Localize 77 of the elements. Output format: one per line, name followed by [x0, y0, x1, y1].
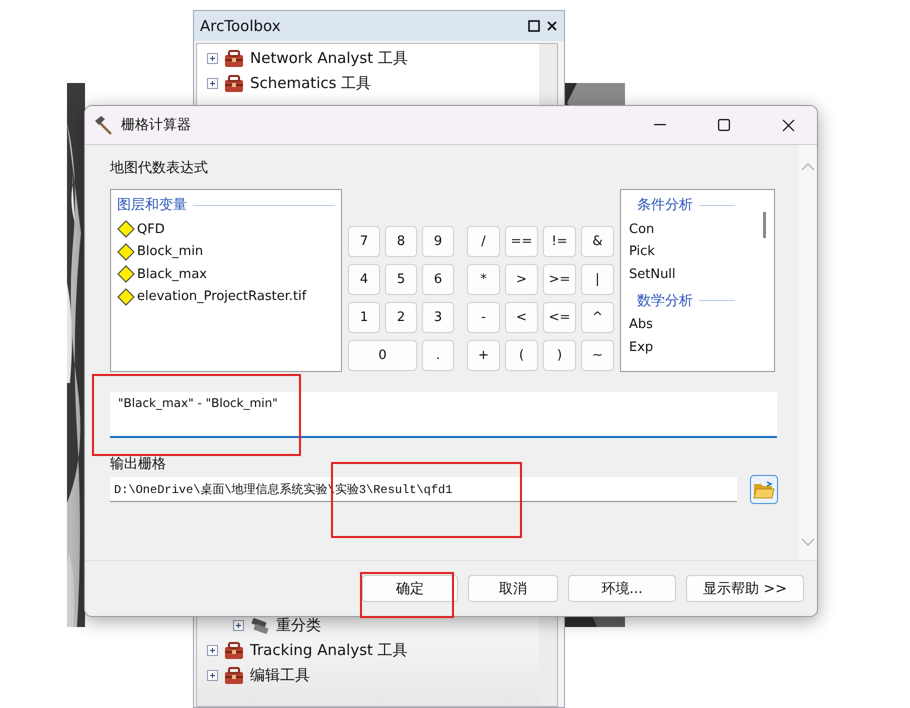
key-button[interactable]: 9: [422, 226, 454, 257]
key-button[interactable]: |: [581, 264, 614, 295]
tree-item[interactable]: Tracking Analyst 工具: [250, 641, 408, 660]
diamond-icon: [117, 265, 135, 284]
function-item[interactable]: Abs: [629, 317, 653, 332]
list-heading: 数学分析: [637, 292, 693, 310]
key-button[interactable]: 3: [422, 302, 454, 333]
tree-item[interactable]: 编辑工具: [250, 666, 310, 685]
key-button[interactable]: (: [505, 340, 538, 371]
function-item[interactable]: Pick: [629, 244, 655, 260]
diamond-icon: [117, 220, 135, 238]
key-button[interactable]: >: [505, 264, 538, 295]
key-button[interactable]: <=: [543, 302, 576, 333]
function-item[interactable]: SetNull: [629, 266, 676, 282]
panel-title: ArcToolbox: [200, 17, 282, 35]
toolbox-icon: [224, 642, 244, 660]
key-button[interactable]: ^: [581, 302, 614, 333]
dialog-button[interactable]: 取消: [468, 575, 558, 602]
tree-item[interactable]: Network Analyst 工具: [250, 49, 408, 68]
key-button[interactable]: !=: [543, 226, 576, 257]
tree-item[interactable]: Schematics 工具: [250, 74, 372, 93]
key-button[interactable]: 1: [348, 302, 380, 333]
expand-icon[interactable]: [233, 620, 244, 631]
function-item[interactable]: Con: [629, 222, 654, 237]
key-button[interactable]: .: [422, 340, 454, 371]
chevron-down-icon[interactable]: [801, 538, 815, 546]
maximize-icon[interactable]: [528, 20, 540, 32]
key-button[interactable]: 5: [385, 264, 417, 295]
toolbox-icon: [224, 50, 244, 68]
toolbox-icon: [224, 74, 244, 92]
layer-item[interactable]: Black_max: [137, 266, 207, 282]
diamond-icon: [117, 288, 135, 306]
chevron-up-icon[interactable]: [801, 163, 815, 171]
expand-icon[interactable]: [207, 670, 218, 681]
key-button[interactable]: *: [467, 264, 500, 295]
browse-button[interactable]: [750, 475, 778, 504]
expand-icon[interactable]: [207, 53, 218, 64]
key-button[interactable]: 2: [385, 302, 417, 333]
maximize-icon: [718, 119, 730, 131]
list-heading: 条件分析: [637, 196, 693, 214]
key-button[interactable]: 8: [385, 226, 417, 257]
tree-item[interactable]: 重分类: [276, 616, 321, 635]
layer-item[interactable]: QFD: [137, 222, 165, 237]
field-label: 输出栅格: [110, 455, 167, 473]
layer-item[interactable]: Block_min: [137, 244, 204, 260]
window-title: 栅格计算器: [121, 116, 192, 134]
list-heading: 图层和变量: [117, 196, 187, 214]
key-button[interactable]: <: [505, 302, 538, 333]
expand-icon[interactable]: [207, 645, 218, 656]
scrollbar-thumb[interactable]: [763, 212, 766, 238]
key-button[interactable]: ): [543, 340, 576, 371]
tools-icon: [250, 616, 270, 634]
diamond-icon: [117, 242, 135, 261]
close-icon[interactable]: [546, 20, 558, 32]
dialog-button[interactable]: 确定: [362, 575, 458, 602]
folder-icon: [753, 480, 775, 498]
key-button[interactable]: 4: [348, 264, 380, 295]
key-button[interactable]: ~: [581, 340, 614, 371]
key-button[interactable]: >=: [543, 264, 576, 295]
key-button[interactable]: -: [467, 302, 500, 333]
minimize-icon: [654, 124, 666, 126]
expand-icon[interactable]: [207, 78, 218, 89]
key-button[interactable]: ==: [505, 226, 538, 257]
key-button[interactable]: 7: [348, 226, 380, 257]
expression-field[interactable]: "Black_max" - "Block_min": [110, 392, 777, 438]
key-button[interactable]: +: [467, 340, 500, 371]
key-button[interactable]: /: [467, 226, 500, 257]
section-label: 地图代数表达式: [110, 159, 209, 177]
toolbox-icon: [224, 666, 244, 684]
dialog-button[interactable]: 显示帮助 >>: [686, 575, 804, 602]
key-button[interactable]: 6: [422, 264, 454, 295]
key-button[interactable]: 0: [348, 340, 417, 371]
function-item[interactable]: Exp: [629, 340, 654, 355]
layer-item[interactable]: elevation_ProjectRaster.tif: [137, 289, 306, 304]
close-icon: [782, 118, 794, 132]
key-button[interactable]: &: [581, 226, 614, 257]
dialog-button[interactable]: 环境...: [568, 575, 676, 602]
